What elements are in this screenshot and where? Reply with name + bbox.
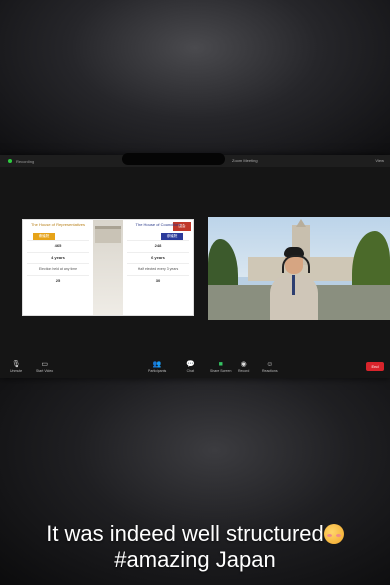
speaker-video-tile[interactable]: [208, 217, 390, 320]
right-cell: Half elected every 3 years: [127, 263, 189, 275]
record-button[interactable]: ◉ Record: [238, 361, 249, 373]
reactions-label: Reactions: [262, 369, 278, 373]
left-cell: 4 years: [27, 251, 89, 264]
left-cell: 465: [27, 240, 89, 252]
right-cell: 30: [127, 274, 189, 287]
left-cell: Election held at any time: [27, 263, 89, 275]
recording-label: Recording: [16, 158, 35, 164]
caption-line-2: #amazing Japan: [114, 547, 276, 572]
right-cell: 6 years: [127, 251, 189, 264]
right-cell: 248: [127, 240, 189, 252]
speaker-lanyard: [292, 275, 295, 295]
record-icon: ◉: [240, 361, 247, 368]
share-screen-button[interactable]: ■ Share Screen: [210, 361, 231, 373]
left-column-title: The House of Representatives: [30, 222, 86, 227]
left-cell: 25: [27, 274, 89, 287]
participants-icon: 👥: [152, 361, 162, 368]
start-video-button[interactable]: ▭ Start Video: [36, 361, 53, 373]
recording-status-dot: [8, 159, 12, 163]
share-screen-label: Share Screen: [210, 369, 232, 373]
blurred-background-top: [0, 0, 390, 160]
phone-camera-notch: [122, 153, 225, 165]
smiling-face-with-hearts-icon: [323, 524, 344, 544]
meeting-title: Zoom Meeting: [232, 158, 258, 163]
diet-building-image: [95, 226, 121, 243]
share-screen-icon: ■: [218, 361, 223, 368]
reactions-icon: ☺: [266, 361, 274, 368]
right-column-title: The House of Councillors: [135, 222, 181, 227]
chat-label: Chat: [186, 369, 195, 373]
unmute-button[interactable]: 🎙 Unmute: [10, 361, 22, 373]
story-caption: It was indeed well structured #amazing J…: [0, 521, 390, 573]
zoom-meeting-window: Recording Zoom Meeting View 国会 The House…: [0, 153, 390, 378]
start-video-label: Start Video: [36, 369, 54, 373]
chat-button[interactable]: 💬 Chat: [186, 361, 195, 373]
participants-button[interactable]: 👥 Participants: [148, 361, 166, 373]
microphone-icon: 🎙: [11, 361, 21, 368]
unmute-label: Unmute: [10, 369, 23, 373]
left-column-badge: 衆議院: [33, 233, 55, 240]
house-of-representatives-column: The House of Representatives 衆議院 465 4 y…: [27, 222, 89, 312]
zoom-toolbar: 🎙 Unmute ▭ Start Video 👥 Participants 💬 …: [0, 357, 390, 378]
headset-icon: [282, 255, 310, 273]
reactions-button[interactable]: ☺ Reactions: [262, 361, 278, 373]
video-camera-icon: ▭: [41, 361, 48, 368]
speaker-person: [270, 247, 318, 320]
shared-presentation-slide: 国会 The House of Representatives 衆議院 465 …: [22, 219, 194, 316]
record-label: Record: [238, 369, 250, 373]
end-meeting-button[interactable]: End: [366, 362, 384, 371]
house-of-councillors-column: The House of Councillors 参議院 248 6 years…: [127, 222, 189, 312]
participants-label: Participants: [148, 369, 167, 373]
view-toggle[interactable]: View: [375, 158, 384, 163]
right-column-badge: 参議院: [161, 233, 183, 240]
chat-icon: 💬: [186, 361, 195, 368]
caption-line-1: It was indeed well structured: [46, 521, 324, 546]
